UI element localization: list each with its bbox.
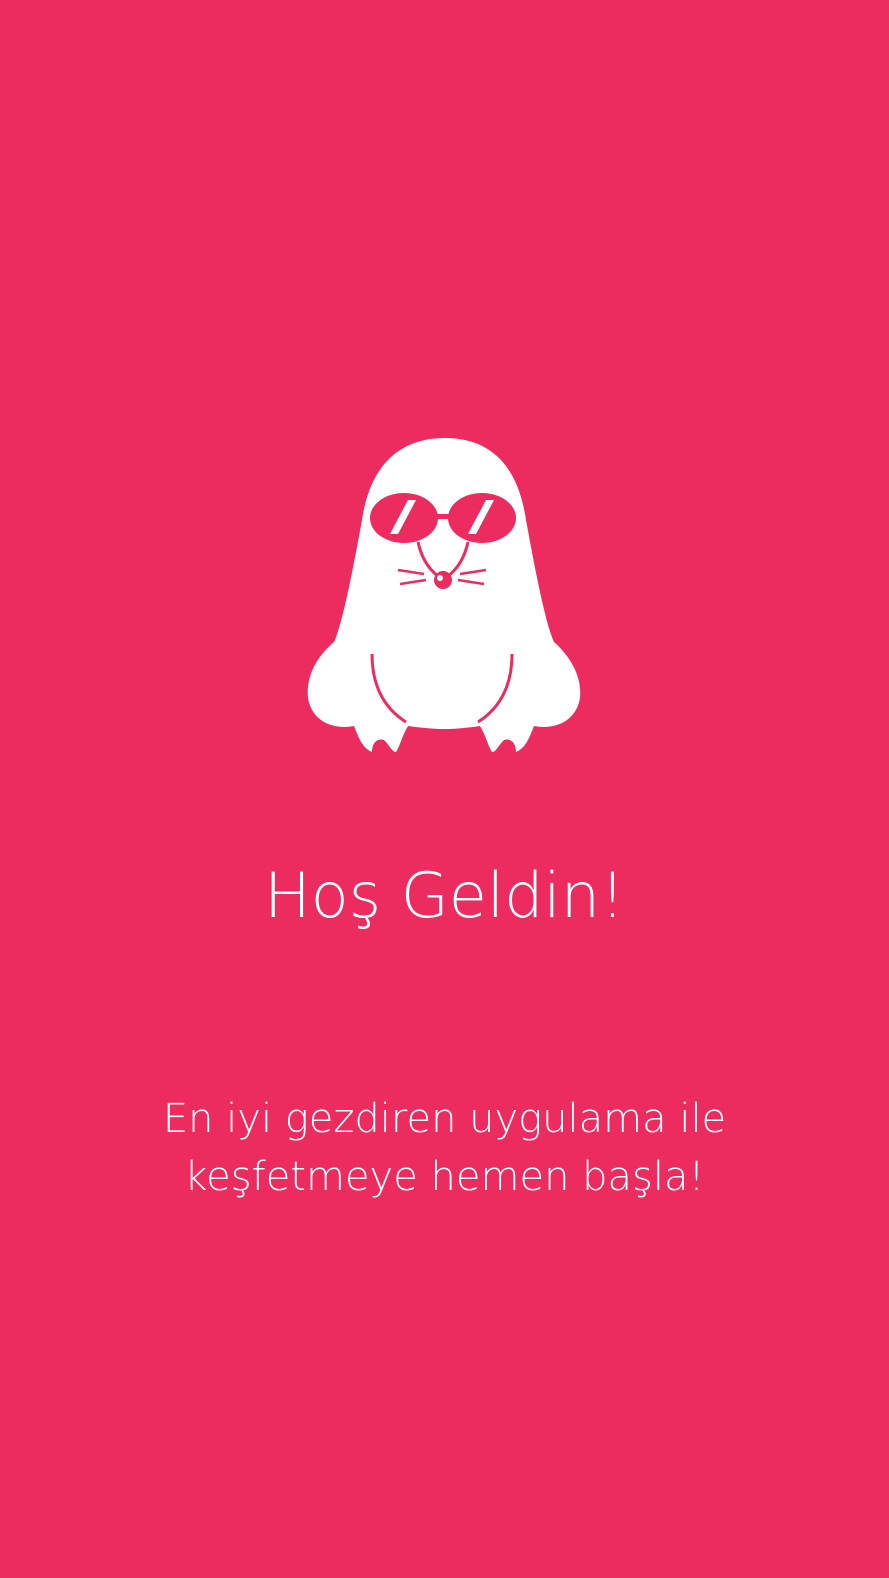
sunglasses-mole-mascot-icon	[307, 438, 581, 752]
welcome-subtitle: En iyi gezdiren uygulama ile keşfetmeye …	[0, 1090, 889, 1206]
mascot-logo	[300, 430, 590, 770]
welcome-title: Hoş Geldin!	[264, 859, 625, 932]
welcome-subtitle-line-1: En iyi gezdiren uygulama ile	[162, 1096, 727, 1142]
welcome-subtitle-line-2: keşfetmeye hemen başla!	[184, 1154, 705, 1200]
welcome-screen: Hoş Geldin! En iyi gezdiren uygulama ile…	[0, 0, 889, 1578]
